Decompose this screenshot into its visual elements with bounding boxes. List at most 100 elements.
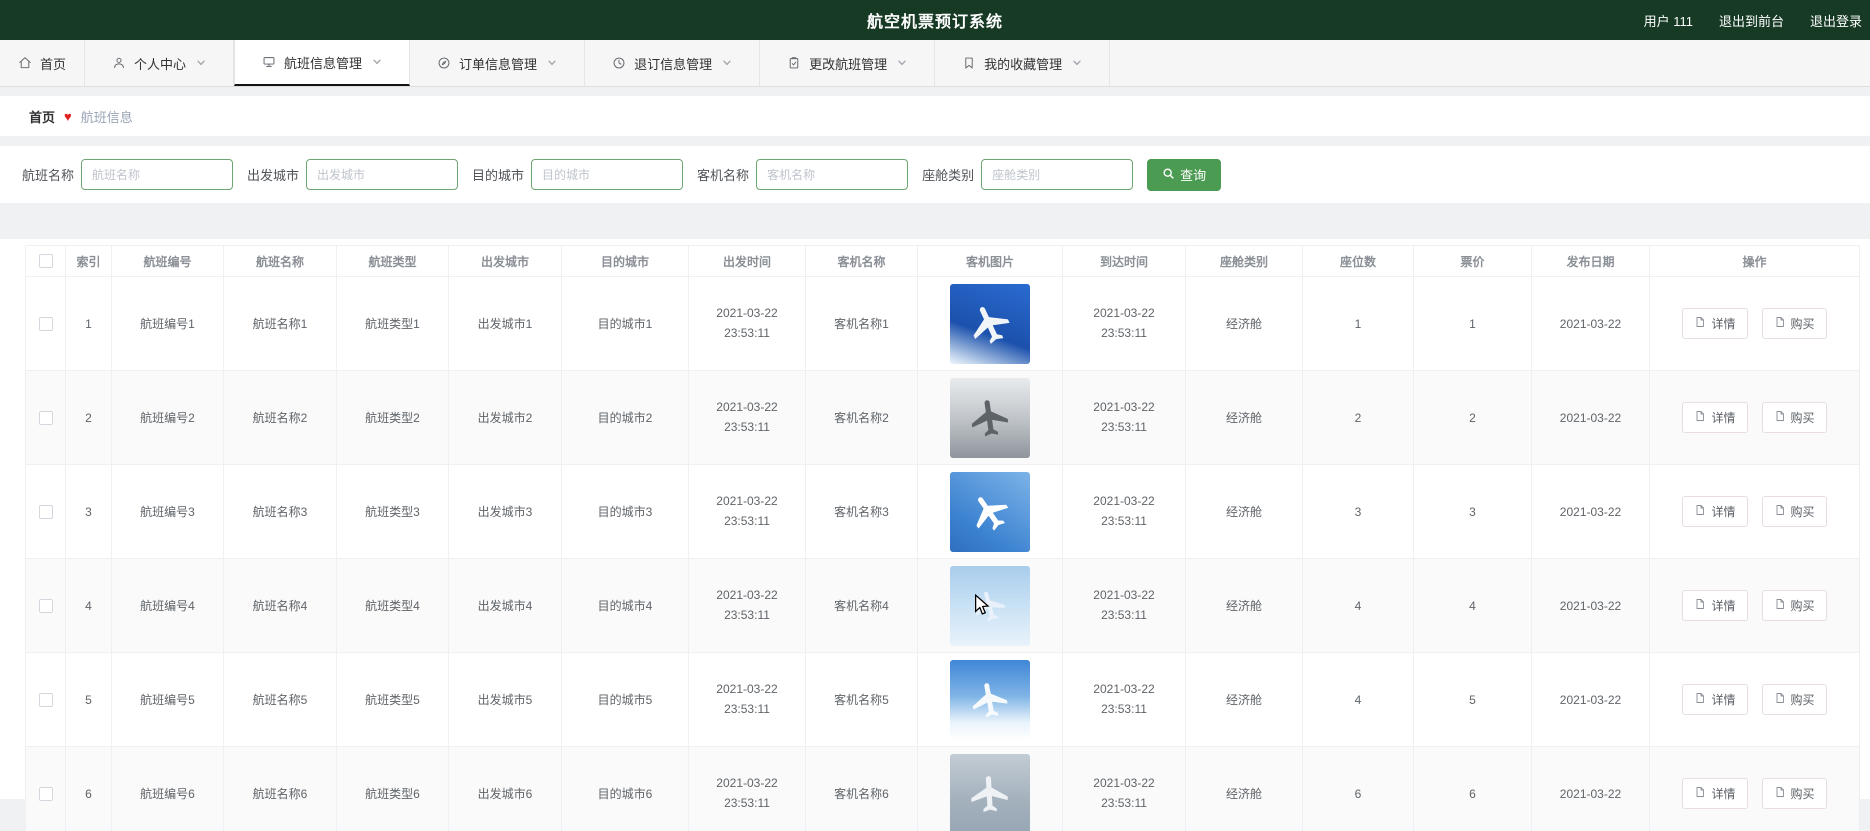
row-checkbox[interactable] xyxy=(38,410,53,425)
cabin_class-input[interactable] xyxy=(981,159,1134,190)
cell-seats: 4 xyxy=(1302,558,1414,653)
search-field-flight_name: 航班名称 xyxy=(22,159,234,190)
nav-item-label: 航班信息管理 xyxy=(284,55,363,71)
to_city-input[interactable] xyxy=(531,159,684,190)
detail-button[interactable]: 详情 xyxy=(1682,496,1748,527)
cell-flight_name: 航班名称3 xyxy=(223,464,337,559)
search-fields: 航班名称 出发城市 目的城市 客机名称 座舱类别 xyxy=(22,159,1147,190)
row-checkbox[interactable] xyxy=(38,504,53,519)
cell-index: 2 xyxy=(65,370,112,465)
cell-photo xyxy=(917,746,1063,831)
flight_name-input[interactable] xyxy=(81,159,234,190)
query-button[interactable]: 查询 xyxy=(1147,158,1222,191)
nav-item-refund-info[interactable]: 退订信息管理 xyxy=(585,40,761,86)
row-select-cell xyxy=(25,652,66,747)
cell-flight_no: 航班编号1 xyxy=(111,276,224,371)
row-checkbox[interactable] xyxy=(38,786,53,801)
search-field-label: 航班名称 xyxy=(22,168,75,183)
heart-icon: ♥ xyxy=(64,108,72,124)
cell-plane_name: 客机名称2 xyxy=(805,370,918,465)
page-title: 航空机票预订系统 xyxy=(866,14,1003,31)
buy-button[interactable]: 购买 xyxy=(1761,590,1827,621)
cell-seats: 2 xyxy=(1302,370,1414,465)
cell-arrive_time: 2021-03-22 23:53:11 xyxy=(1062,652,1186,747)
query-button-label: 查询 xyxy=(1180,168,1207,183)
detail-button[interactable]: 详情 xyxy=(1682,402,1748,433)
plane_name-input[interactable] xyxy=(756,159,909,190)
plane-photo xyxy=(950,753,1030,831)
app-header: 航空机票预订系统 用户 111 退出到前台 退出登录 xyxy=(0,0,1870,40)
cell-cabin: 经济舱 xyxy=(1185,464,1303,559)
row-checkbox[interactable] xyxy=(38,598,53,613)
document-icon xyxy=(1774,504,1786,519)
row-checkbox[interactable] xyxy=(38,692,53,707)
cell-index: 3 xyxy=(65,464,112,559)
column-header: 航班编号 xyxy=(111,245,224,277)
row-select-cell xyxy=(25,464,66,559)
nav-item-profile[interactable]: 个人中心 xyxy=(85,40,235,86)
breadcrumb-home-link[interactable]: 首页 xyxy=(29,107,55,126)
cell-depart_time: 2021-03-22 23:53:11 xyxy=(688,464,806,559)
detail-button[interactable]: 详情 xyxy=(1682,590,1748,621)
cell-photo xyxy=(917,370,1063,465)
cell-depart_time: 2021-03-22 23:53:11 xyxy=(688,370,806,465)
cell-to_city: 目的城市6 xyxy=(561,746,689,831)
cell-flight_type: 航班类型5 xyxy=(336,652,449,747)
document-icon xyxy=(1694,504,1706,519)
cell-depart_time: 2021-03-22 23:53:11 xyxy=(688,652,806,747)
plane-photo xyxy=(950,471,1030,552)
table-row: 6 航班编号6 航班名称6 航班类型6 出发城市6 目的城市6 2021-03-22 23:… xyxy=(25,746,1860,831)
detail-button[interactable]: 详情 xyxy=(1682,778,1748,809)
action-button-label: 购买 xyxy=(1790,693,1815,707)
search-icon xyxy=(1162,167,1175,183)
action-button-label: 购买 xyxy=(1790,317,1815,331)
column-header: 航班类型 xyxy=(336,245,449,277)
cell-flight_name: 航班名称5 xyxy=(223,652,337,747)
plane-photo xyxy=(950,565,1030,646)
cell-arrive_time: 2021-03-22 23:53:11 xyxy=(1062,746,1186,831)
cell-depart_time: 2021-03-22 23:53:11 xyxy=(688,746,806,831)
column-header: 座位数 xyxy=(1302,245,1414,277)
nav-item-order-info[interactable]: 订单信息管理 xyxy=(410,40,586,86)
nav-item-favorites[interactable]: 我的收藏管理 xyxy=(935,40,1111,86)
search-field-label: 客机名称 xyxy=(697,168,750,183)
row-select-cell xyxy=(25,276,66,371)
cell-price: 2 xyxy=(1413,370,1532,465)
actions-cell: 详情 购买 xyxy=(1649,746,1860,831)
document-icon xyxy=(1774,316,1786,331)
detail-button[interactable]: 详情 xyxy=(1682,684,1748,715)
from_city-input[interactable] xyxy=(306,159,459,190)
cell-photo xyxy=(917,558,1063,653)
document-icon xyxy=(1694,786,1706,801)
cell-cabin: 经济舱 xyxy=(1185,558,1303,653)
header-right: 用户 111 退出到前台 退出登录 xyxy=(1644,11,1870,30)
cell-flight_no: 航班编号2 xyxy=(111,370,224,465)
buy-button[interactable]: 购买 xyxy=(1761,402,1827,433)
buy-button[interactable]: 购买 xyxy=(1761,308,1827,339)
nav-item-flight-info[interactable]: 航班信息管理 xyxy=(234,40,411,86)
logout-link[interactable]: 退出登录 xyxy=(1810,11,1862,30)
cell-publish_date: 2021-03-22 xyxy=(1531,370,1650,465)
actions-cell: 详情 购买 xyxy=(1649,276,1860,371)
actions-cell: 详情 购买 xyxy=(1649,370,1860,465)
nav-item-home[interactable]: 首页 xyxy=(0,40,86,86)
nav-item-change-flight[interactable]: 更改航班管理 xyxy=(760,40,936,86)
cell-flight_name: 航班名称6 xyxy=(223,746,337,831)
column-header: 出发城市 xyxy=(448,245,562,277)
user-label[interactable]: 用户 111 xyxy=(1644,11,1693,30)
cell-flight_name: 航班名称4 xyxy=(223,558,337,653)
logout-to-front-link[interactable]: 退出到前台 xyxy=(1719,11,1784,30)
column-header: 操作 xyxy=(1649,245,1860,277)
cell-cabin: 经济舱 xyxy=(1185,652,1303,747)
cell-plane_name: 客机名称4 xyxy=(805,558,918,653)
select-all-checkbox[interactable] xyxy=(38,254,53,269)
buy-button[interactable]: 购买 xyxy=(1761,778,1827,809)
action-button-label: 详情 xyxy=(1711,317,1736,331)
cell-flight_type: 航班类型3 xyxy=(336,464,449,559)
table-row: 4 航班编号4 航班名称4 航班类型4 出发城市4 目的城市4 2021-03-22 23:… xyxy=(25,558,1860,653)
cell-cabin: 经济舱 xyxy=(1185,746,1303,831)
buy-button[interactable]: 购买 xyxy=(1761,496,1827,527)
row-checkbox[interactable] xyxy=(38,316,53,331)
buy-button[interactable]: 购买 xyxy=(1761,684,1827,715)
detail-button[interactable]: 详情 xyxy=(1682,308,1748,339)
